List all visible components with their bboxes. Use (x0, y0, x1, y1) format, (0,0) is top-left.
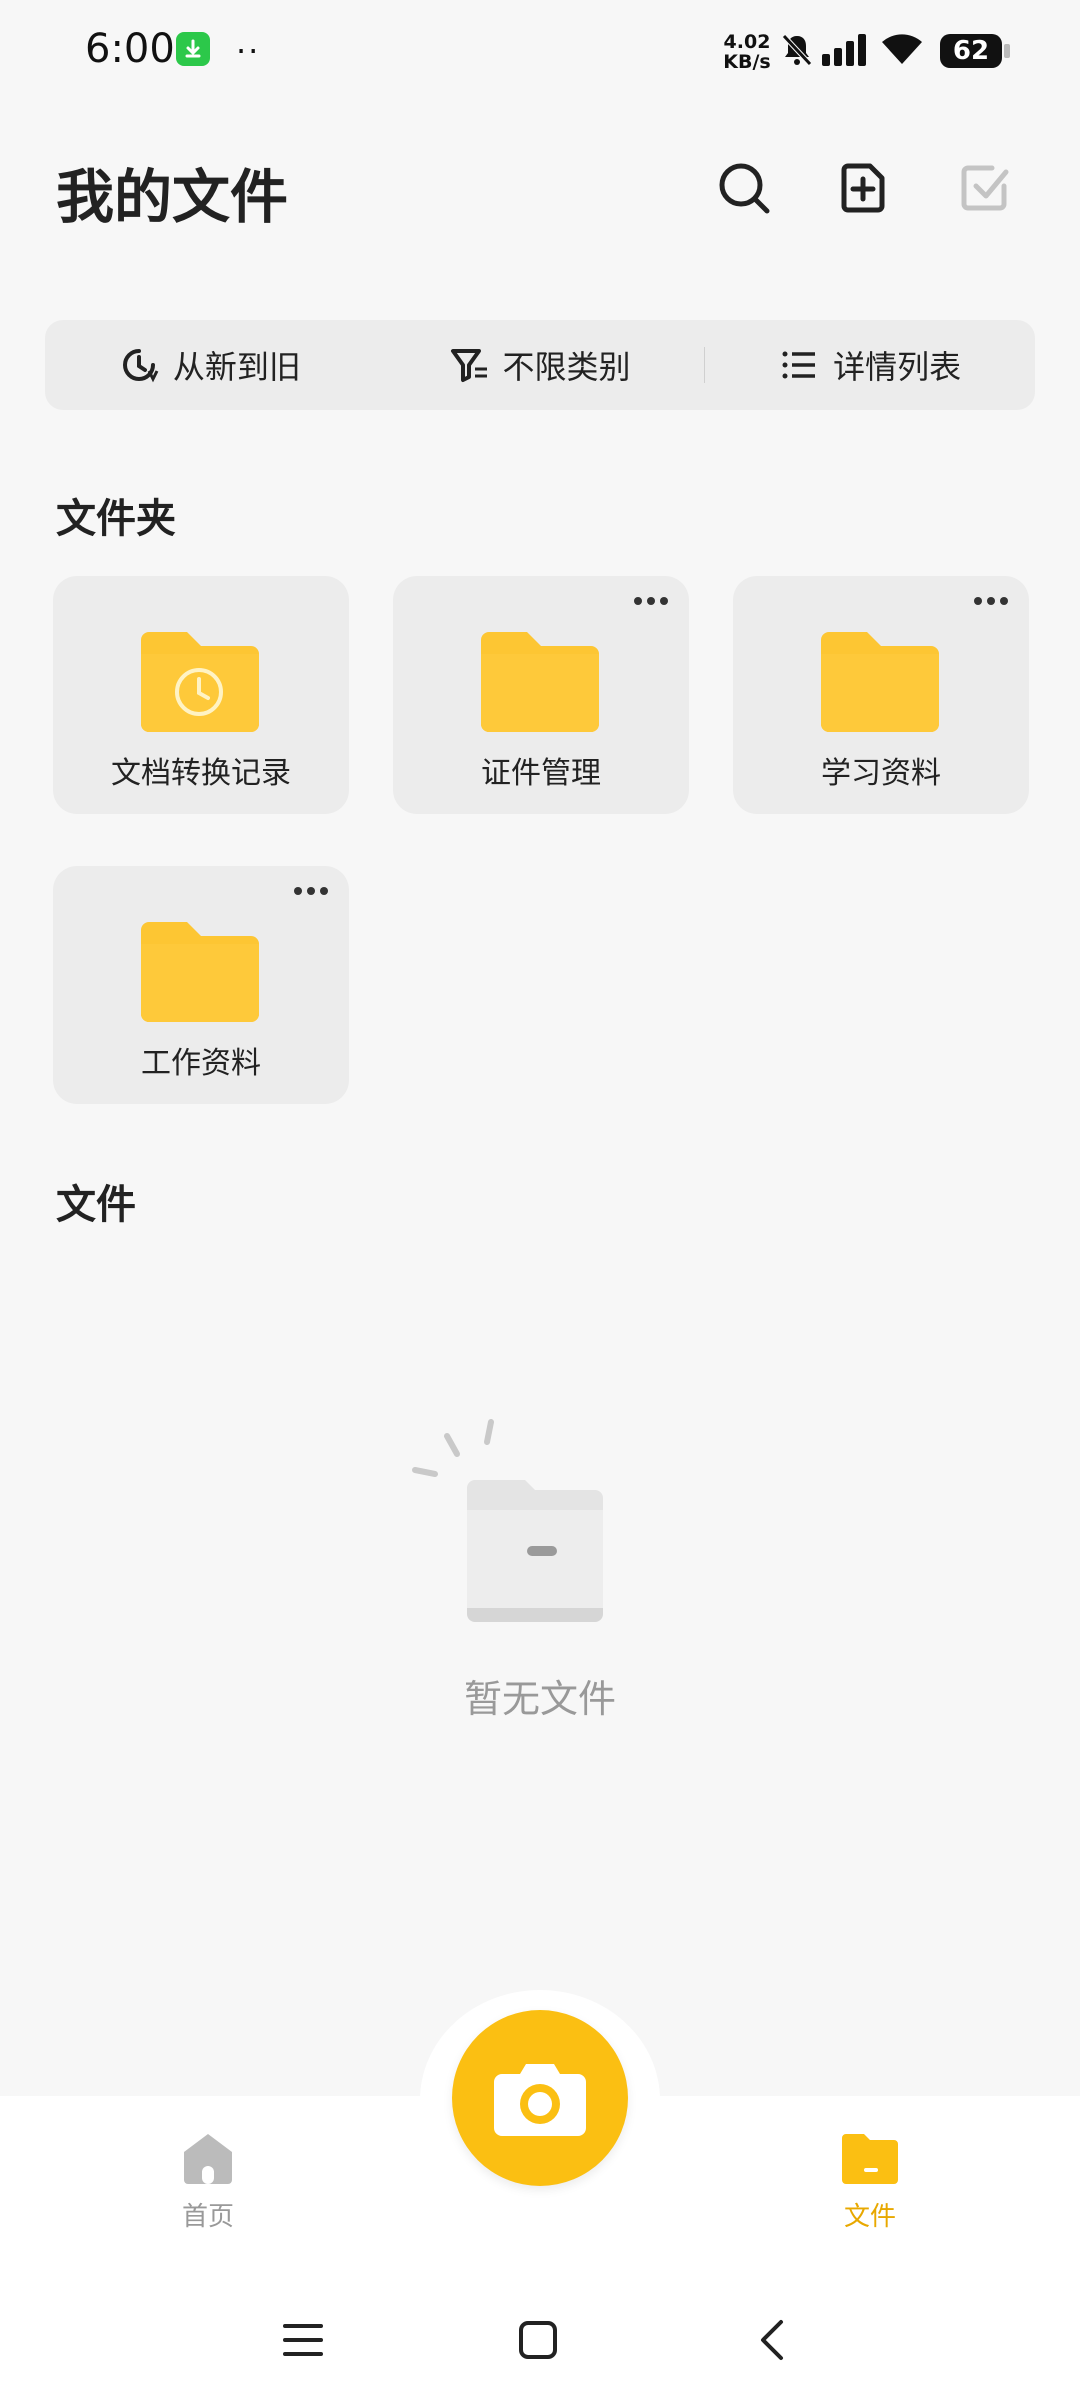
battery-tip (1004, 44, 1010, 58)
select-check-icon (961, 165, 1009, 211)
status-time: 6:00 (85, 26, 175, 72)
folder-icon (821, 632, 939, 732)
folder-clock-icon (141, 632, 259, 732)
bell-muted-icon (780, 32, 814, 72)
sort-order-label: 从新到旧 (172, 348, 301, 386)
menu-icon (283, 2324, 323, 2356)
nav-files[interactable]: 文件 (810, 2130, 930, 2233)
folder-icon (481, 632, 599, 732)
search-button[interactable] (714, 158, 774, 218)
status-bar: 6:00 ·· 4.02 KB/s 62 (0, 0, 1080, 110)
sort-order-filter[interactable]: 从新到旧 (45, 320, 375, 410)
folder-card[interactable]: 证件管理 (393, 576, 689, 814)
more-options-button[interactable] (971, 586, 1011, 616)
back-chevron-icon (761, 2320, 783, 2360)
more-icon (294, 887, 328, 895)
files-section-title: 文件 (56, 1182, 136, 1228)
net-speed-value: 4.02 (723, 31, 771, 53)
page-title: 我的文件 (56, 163, 289, 231)
files-folder-icon (842, 2134, 898, 2184)
folder-name: 学习资料 (821, 756, 941, 791)
filter-bar: 从新到旧 不限类别 详情列表 (45, 320, 1035, 410)
folder-name: 文档转换记录 (111, 756, 291, 791)
empty-folder-icon (412, 1419, 603, 1622)
home-icon (184, 2134, 232, 2184)
category-filter-label: 不限类别 (502, 348, 631, 386)
back-button[interactable] (737, 2310, 807, 2370)
category-filter[interactable]: 不限类别 (375, 320, 705, 410)
signal-icon (820, 34, 870, 70)
folder-card[interactable]: 学习资料 (733, 576, 1029, 814)
nav-home-label: 首页 (181, 2202, 234, 2232)
battery-icon: 62 (940, 34, 1002, 68)
wifi-icon (880, 32, 924, 70)
more-options-button[interactable] (631, 586, 671, 616)
list-view-icon (782, 351, 816, 379)
select-button[interactable] (956, 158, 1016, 218)
view-mode-label: 详情列表 (833, 348, 962, 386)
add-folder-button[interactable] (834, 158, 894, 218)
search-icon (719, 163, 770, 214)
folder-icon (141, 922, 259, 1022)
folders-section-title: 文件夹 (56, 496, 176, 542)
folder-card[interactable]: 工作资料 (53, 866, 349, 1104)
camera-button[interactable] (452, 2010, 628, 2186)
empty-state-text: 暂无文件 (463, 1677, 616, 1721)
more-icon (974, 597, 1008, 605)
folder-card[interactable]: 文档转换记录 (53, 576, 349, 814)
download-badge-icon (176, 32, 210, 66)
notification-dots: ·· (236, 32, 261, 70)
nav-home[interactable]: 首页 (148, 2130, 268, 2233)
folder-name: 工作资料 (141, 1046, 261, 1081)
view-mode-filter[interactable]: 详情列表 (705, 320, 1035, 410)
add-folder-icon (841, 163, 885, 213)
camera-icon (494, 2064, 586, 2136)
net-speed-unit: KB/s (723, 51, 771, 73)
filter-icon (450, 349, 487, 382)
folder-name: 证件管理 (481, 756, 601, 791)
sort-time-icon (122, 349, 159, 383)
more-options-button[interactable] (291, 876, 331, 906)
more-icon (634, 597, 668, 605)
net-speed: 4.02 KB/s (720, 32, 774, 72)
home-button[interactable] (503, 2310, 573, 2370)
nav-files-label: 文件 (843, 2202, 896, 2232)
recent-apps-button[interactable] (268, 2310, 338, 2370)
square-home-icon (519, 2321, 557, 2359)
